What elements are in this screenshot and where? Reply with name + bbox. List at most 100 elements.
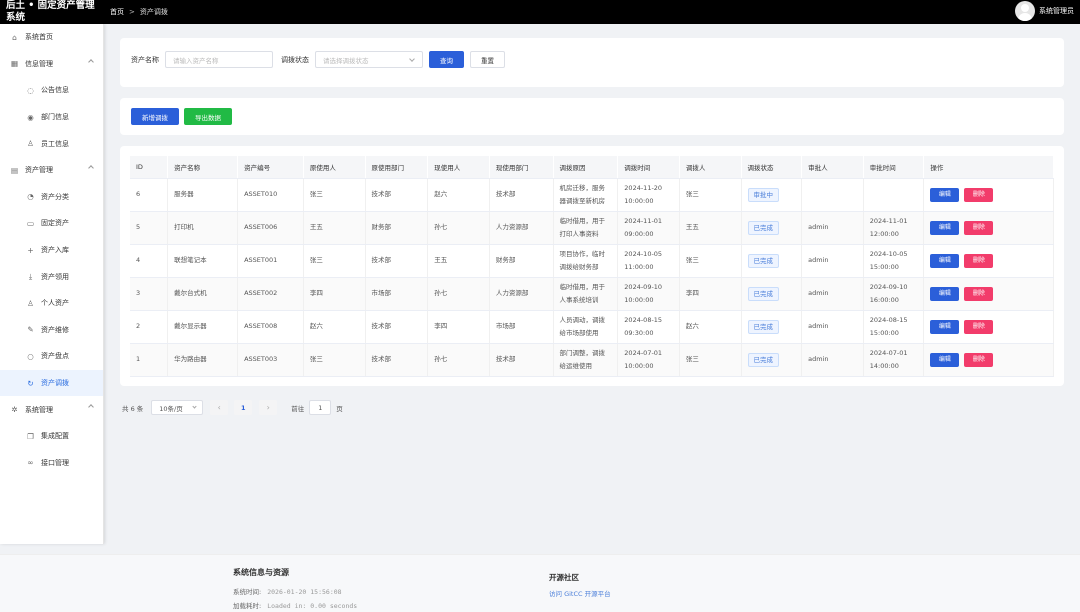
toolbar-panel: 新增调拨 导出数据 [120,98,1064,135]
column-header: 现使用人 [427,156,490,179]
cell-status: 已完成 [741,343,803,377]
sidebar-item[interactable]: + 资产入库 [0,237,103,264]
sidebar-item[interactable]: ◔ 资产分类 [0,184,103,211]
cell-actions: 编辑 删除 [923,343,1054,377]
home-icon: ⌂ [12,32,17,42]
avatar[interactable] [1015,1,1035,21]
sidebar-item[interactable]: ∞ 接口管理 [0,450,103,477]
cell-operator: 王五 [679,211,742,245]
export-data-button[interactable]: 导出数据 [184,108,232,125]
breadcrumb-home[interactable]: 首页 [110,7,124,17]
sidebar-item-label: 资产维修 [41,325,69,334]
next-page-icon[interactable]: › [259,400,278,415]
cell-actions: 编辑 删除 [923,178,1054,212]
edit-button[interactable]: 编辑 [930,319,960,334]
edit-button[interactable]: 编辑 [930,187,960,202]
footer-title: 系统信息与资源 [233,568,289,577]
sidebar-item-label: 员工信息 [41,139,69,148]
sidebar-item-label: 资产管理 [25,166,53,175]
delete-button[interactable]: 删除 [964,286,994,301]
delete-button[interactable]: 删除 [964,253,994,268]
cell-status: 已完成 [741,310,803,344]
transfer-status-placeholder: 请选择调拨状态 [323,56,369,65]
sidebar-item[interactable]: ◌ 公告信息 [0,77,103,104]
sidebar-item-label: 部门信息 [41,113,69,122]
pagination-total: 共 6 条 [122,404,144,413]
edit-button[interactable]: 编辑 [930,286,960,301]
sidebar-item[interactable]: ▭ 固定资产 [0,210,103,237]
delete-button[interactable]: 删除 [964,187,994,202]
refresh-icon: ↻ [27,378,34,388]
page-size-select[interactable]: 10条/页 [151,400,204,415]
edit-button[interactable]: 编辑 [930,352,960,367]
asset-name-input[interactable]: 请输入资产名称 [165,51,273,68]
cell-approve-time: 2024-10-05 15:00:00 [863,244,925,278]
table-row: 2 戴尔显示器 ASSET008 赵六 技术部 李四 市场部 人员调动，调拨给市场部使用 202… [130,310,1054,344]
cell-approve-time: 2024-08-15 15:00:00 [863,310,925,344]
cell-old-dept: 技术部 [365,178,429,212]
cell-time: 2024-10-05 11:00:00 [617,244,680,278]
sidebar-item[interactable]: ♙ 员工信息 [0,130,103,157]
cell-id: 2 [130,310,169,344]
page-number-current[interactable]: 1 [234,400,253,415]
delete-button[interactable]: 删除 [964,220,994,235]
sidebar-item[interactable]: ▦ 信息管理 [0,51,103,78]
community-link[interactable]: 访问 GitCC 开源平台 [549,588,611,598]
sidebar-item[interactable]: ⤓ 资产领用 [0,263,103,290]
sidebar-item[interactable]: ⌂ 系统首页 [0,24,103,51]
breadcrumb-separator-icon: > [129,8,135,16]
sidebar-item-label: 资产调拨 [41,379,69,388]
sidebar-item[interactable]: ✲ 系统管理 [0,396,103,423]
user-name[interactable]: 系统管理员 [1039,6,1074,16]
cell-actions: 编辑 删除 [923,310,1054,344]
column-header: 调拨时间 [617,156,680,179]
reset-button[interactable]: 重置 [470,51,505,68]
sidebar-item-label: 信息管理 [25,59,53,68]
cell-name: 打印机 [167,211,239,245]
load-time-row: 加载耗时: Loaded in: 0.00 seconds [233,600,357,610]
add-transfer-button[interactable]: 新增调拨 [131,108,179,125]
plus-icon: + [27,245,34,255]
edit-button[interactable]: 编辑 [930,220,960,235]
sidebar-item[interactable]: ↻ 资产调拨 [0,369,103,397]
query-button[interactable]: 查询 [429,51,464,68]
cell-approver: admin [801,244,864,278]
cell-actions: 编辑 删除 [923,244,1054,278]
community-title: 开源社区 [549,573,579,582]
delete-button[interactable]: 删除 [964,319,994,334]
sidebar-item[interactable]: ▤ 资产管理 [0,157,103,184]
column-header: 调拨状态 [741,156,803,179]
sidebar-item[interactable]: ◉ 部门信息 [0,104,103,131]
chevron-down-icon [409,56,415,62]
sidebar-item[interactable]: ✎ 资产维修 [0,317,103,344]
delete-button[interactable]: 删除 [964,352,994,367]
cell-time: 2024-07-01 10:00:00 [617,343,680,377]
table-row: 1 华为路由器 ASSET003 张三 技术部 孙七 技术部 部门调整，调拨给运维使用 2024… [130,343,1054,377]
goto-page-input[interactable]: 1 [309,400,332,415]
table-row: 6 服务器 ASSET010 张三 技术部 赵六 技术部 机房迁移，服务器调拨至新机房 2024… [130,178,1054,212]
sidebar-item[interactable]: ❐ 集成配置 [0,423,103,450]
status-badge: 已完成 [747,319,780,334]
cell-new-user: 孙七 [427,343,490,377]
user-menu[interactable]: 系统管理员 [1015,1,1074,21]
search-panel: 资产名称 请输入资产名称 调拨状态 请选择调拨状态 查询 重置 [120,38,1064,87]
sidebar: ⌂ 系统首页 ▦ 信息管理 ◌ 公告信息 ◉ 部门信息 ♙ 员工信息 ▤ 资产管理 ◔ 资产分类 ▭ 固定资产… [0,24,104,544]
sidebar-item[interactable]: ○ 资产盘点 [0,343,103,370]
cell-status: 已完成 [741,277,803,311]
cell-old-user: 张三 [303,343,366,377]
sidebar-item[interactable]: ♙ 个人资产 [0,290,103,317]
prev-page-icon[interactable]: ‹ [210,400,229,415]
transfer-status-select[interactable]: 请选择调拨状态 [315,51,423,68]
sidebar-item-label: 公告信息 [41,86,69,95]
cell-new-dept: 人力资源部 [489,277,554,311]
cell-old-dept: 财务部 [365,211,429,245]
cell-actions: 编辑 删除 [923,211,1054,245]
column-header: ID [130,156,169,179]
cell-old-dept: 技术部 [365,343,429,377]
cell-name: 联想笔记本 [167,244,239,278]
chevron-down-icon [192,404,197,409]
cell-id: 3 [130,277,169,311]
cell-old-user: 李四 [303,277,366,311]
edit-button[interactable]: 编辑 [930,253,960,268]
cell-actions: 编辑 删除 [923,277,1054,311]
